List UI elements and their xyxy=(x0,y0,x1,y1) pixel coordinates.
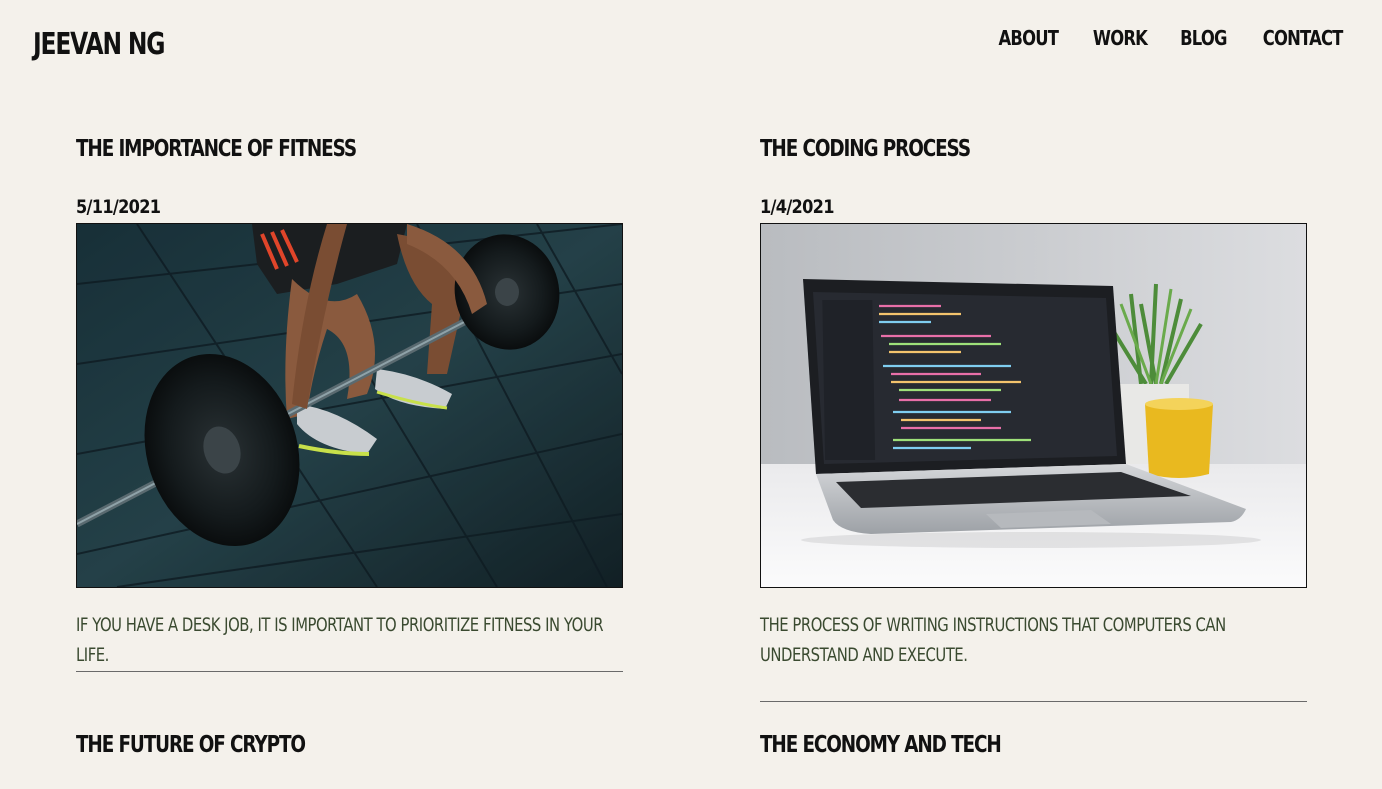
weightlifter-image xyxy=(77,224,622,587)
post-title[interactable]: THE FUTURE OF CRYPTO xyxy=(76,730,306,760)
post-title[interactable]: THE CODING PROCESS xyxy=(760,134,971,164)
blog-page: JEEVAN NG ABOUT WORK BLOG CONTACT THE IM… xyxy=(0,0,1382,789)
post-excerpt: IF YOU HAVE A DESK JOB, IT IS IMPORTANT … xyxy=(76,614,604,666)
post-image[interactable] xyxy=(760,223,1307,588)
post-divider xyxy=(76,671,623,672)
nav-work[interactable]: WORK xyxy=(1093,24,1148,52)
post-divider xyxy=(760,701,1307,702)
post-excerpt: THE PROCESS OF WRITING INSTRUCTIONS THAT… xyxy=(760,614,1226,666)
laptop-image xyxy=(761,224,1306,587)
main-nav: ABOUT WORK BLOG CONTACT xyxy=(992,24,1351,52)
nav-contact[interactable]: CONTACT xyxy=(1262,24,1343,52)
post-date: 1/4/2021 xyxy=(760,196,834,218)
nav-about[interactable]: ABOUT xyxy=(999,24,1059,52)
post-image[interactable] xyxy=(76,223,623,588)
post-date: 5/11/2021 xyxy=(76,196,161,218)
nav-blog[interactable]: BLOG xyxy=(1180,24,1227,52)
post-title[interactable]: THE ECONOMY AND TECH xyxy=(760,730,1002,760)
post-title[interactable]: THE IMPORTANCE OF FITNESS xyxy=(76,134,357,164)
site-brand[interactable]: JEEVAN NG xyxy=(33,26,165,64)
